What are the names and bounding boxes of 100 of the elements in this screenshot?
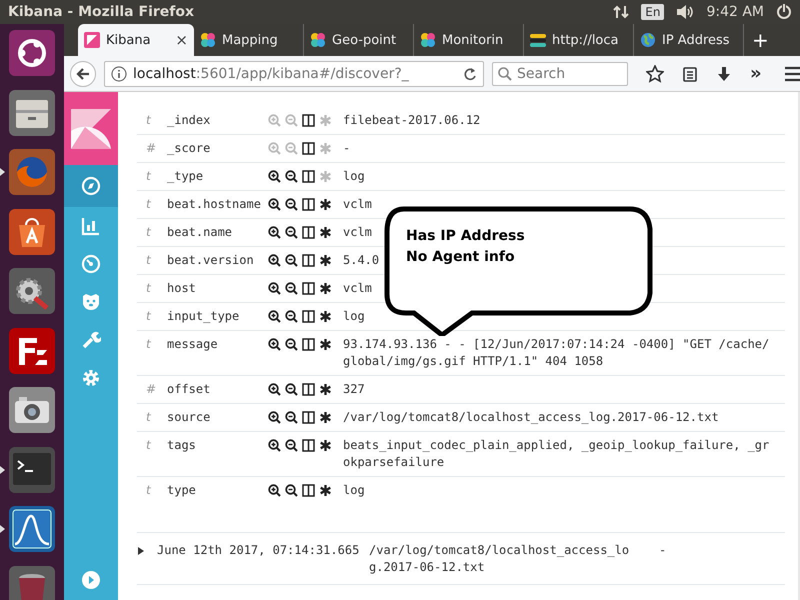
launcher-app-icon[interactable] — [9, 328, 55, 374]
filter-out-value-icon[interactable] — [285, 254, 298, 267]
launcher-app-icon[interactable] — [9, 506, 55, 552]
table-cell-text: - — [659, 542, 668, 559]
field-value: filebeat-2017.06.12 — [343, 112, 480, 129]
field-name: beat.name — [167, 224, 234, 241]
filter-for-value-icon[interactable] — [268, 411, 281, 424]
launcher-app-icon[interactable] — [9, 208, 55, 254]
kibana-logo[interactable] — [71, 108, 111, 148]
field-type-icon: t — [137, 168, 167, 185]
filter-for-value-icon[interactable] — [268, 282, 281, 295]
toggle-column-icon[interactable] — [302, 254, 315, 267]
asterisk-icon[interactable] — [319, 383, 332, 396]
expand-caret-icon[interactable] — [138, 547, 144, 555]
filter-for-value-icon[interactable] — [268, 198, 281, 211]
back-button[interactable] — [70, 60, 96, 86]
browser-tab[interactable]: Kibana × — [78, 24, 194, 56]
filter-out-value-icon[interactable] — [285, 411, 298, 424]
toggle-column-icon[interactable] — [302, 383, 315, 396]
toggle-column-icon[interactable] — [302, 114, 315, 127]
network-icon[interactable] — [613, 4, 630, 20]
filter-out-value-icon[interactable] — [285, 439, 298, 452]
reader-list-icon[interactable] — [682, 66, 698, 82]
search-field[interactable]: Search — [492, 62, 628, 86]
filter-out-value-icon[interactable] — [285, 198, 298, 211]
filter-out-value-icon[interactable] — [285, 170, 298, 183]
field-type-icon: t — [137, 308, 167, 325]
field-type-icon: t — [137, 409, 167, 426]
keyboard-indicator[interactable]: En — [641, 4, 664, 20]
filter-for-value-icon[interactable] — [268, 383, 281, 396]
filter-for-value-icon[interactable] — [268, 484, 281, 497]
filter-for-value-icon[interactable] — [268, 226, 281, 239]
favicon-icon — [640, 32, 656, 48]
field-value: 5.4.0 — [343, 252, 380, 269]
toggle-column-icon[interactable] — [302, 198, 315, 211]
field-name: type — [167, 482, 197, 499]
bar-chart-icon — [81, 216, 101, 236]
launcher-app-icon[interactable] — [9, 30, 55, 76]
wrench-icon — [81, 330, 101, 350]
back-arrow-icon — [76, 66, 90, 80]
asterisk-icon[interactable] — [319, 411, 332, 424]
field-type-icon: t — [137, 280, 167, 297]
field-value: log — [343, 482, 365, 499]
field-type-icon: t — [137, 112, 167, 129]
search-icon — [498, 66, 512, 80]
filter-for-value-icon[interactable] — [268, 254, 281, 267]
document-source: /var/log/tomcat8/localhost_access_log.2017-06-12.txt — [369, 542, 630, 576]
collapse-icon[interactable] — [81, 570, 101, 590]
asterisk-icon[interactable] — [319, 484, 332, 497]
asterisk-icon[interactable] — [319, 282, 332, 295]
power-icon[interactable] — [776, 4, 792, 20]
toggle-column-icon[interactable] — [302, 226, 315, 239]
bookmark-star-icon[interactable] — [646, 64, 664, 82]
favicon-icon — [530, 32, 546, 48]
favicon-icon — [200, 32, 216, 48]
toggle-column-icon[interactable] — [302, 411, 315, 424]
reload-icon[interactable] — [463, 66, 477, 80]
asterisk-icon[interactable] — [319, 338, 332, 351]
field-name: input_type — [167, 308, 240, 325]
info-icon[interactable] — [111, 66, 127, 82]
toggle-column-icon[interactable] — [302, 484, 315, 497]
nav-item[interactable] — [64, 165, 118, 207]
close-tab-button[interactable]: × — [175, 31, 188, 49]
callout-text: Has IP Address — [406, 228, 525, 244]
launcher-app-icon[interactable] — [9, 566, 55, 600]
toggle-column-icon[interactable] — [302, 142, 315, 155]
asterisk-icon[interactable] — [319, 439, 332, 452]
asterisk-icon[interactable] — [319, 198, 332, 211]
overflow-button[interactable]: » — [750, 63, 762, 84]
address-bar[interactable]: localhost:5601/app/kibana#/discover?_ — [104, 60, 484, 86]
filter-for-value-icon[interactable] — [268, 170, 281, 183]
toggle-column-icon[interactable] — [302, 338, 315, 351]
field-value: - — [343, 140, 350, 157]
bear-face-icon — [81, 292, 101, 312]
field-value: 327 — [343, 381, 365, 398]
filter-for-value-icon[interactable] — [268, 439, 281, 452]
toggle-column-icon[interactable] — [302, 310, 315, 323]
filter-for-value-icon[interactable] — [268, 338, 281, 351]
field-type-icon: t — [137, 336, 167, 353]
asterisk-icon[interactable] — [319, 254, 332, 267]
filter-out-value-icon[interactable] — [285, 310, 298, 323]
volume-icon[interactable] — [676, 4, 694, 20]
filter-for-value-icon[interactable] — [268, 310, 281, 323]
filter-out-value-icon[interactable] — [285, 383, 298, 396]
field-name: source — [167, 409, 212, 426]
clock[interactable]: 9:42 AM — [706, 4, 764, 20]
download-icon[interactable] — [716, 66, 732, 82]
asterisk-icon[interactable] — [319, 310, 332, 323]
asterisk-icon[interactable] — [319, 226, 332, 239]
filter-out-value-icon[interactable] — [285, 338, 298, 351]
filter-out-value-icon[interactable] — [285, 226, 298, 239]
toggle-column-icon[interactable] — [302, 170, 315, 183]
field-name: message — [167, 336, 219, 353]
launcher-app-icon[interactable] — [9, 90, 55, 136]
filter-out-value-icon[interactable] — [285, 484, 298, 497]
filter-out-value-icon[interactable] — [285, 282, 298, 295]
menu-icon[interactable] — [784, 66, 800, 82]
toggle-column-icon[interactable] — [302, 282, 315, 295]
new-tab-button[interactable]: + — [744, 24, 777, 56]
toggle-column-icon[interactable] — [302, 439, 315, 452]
